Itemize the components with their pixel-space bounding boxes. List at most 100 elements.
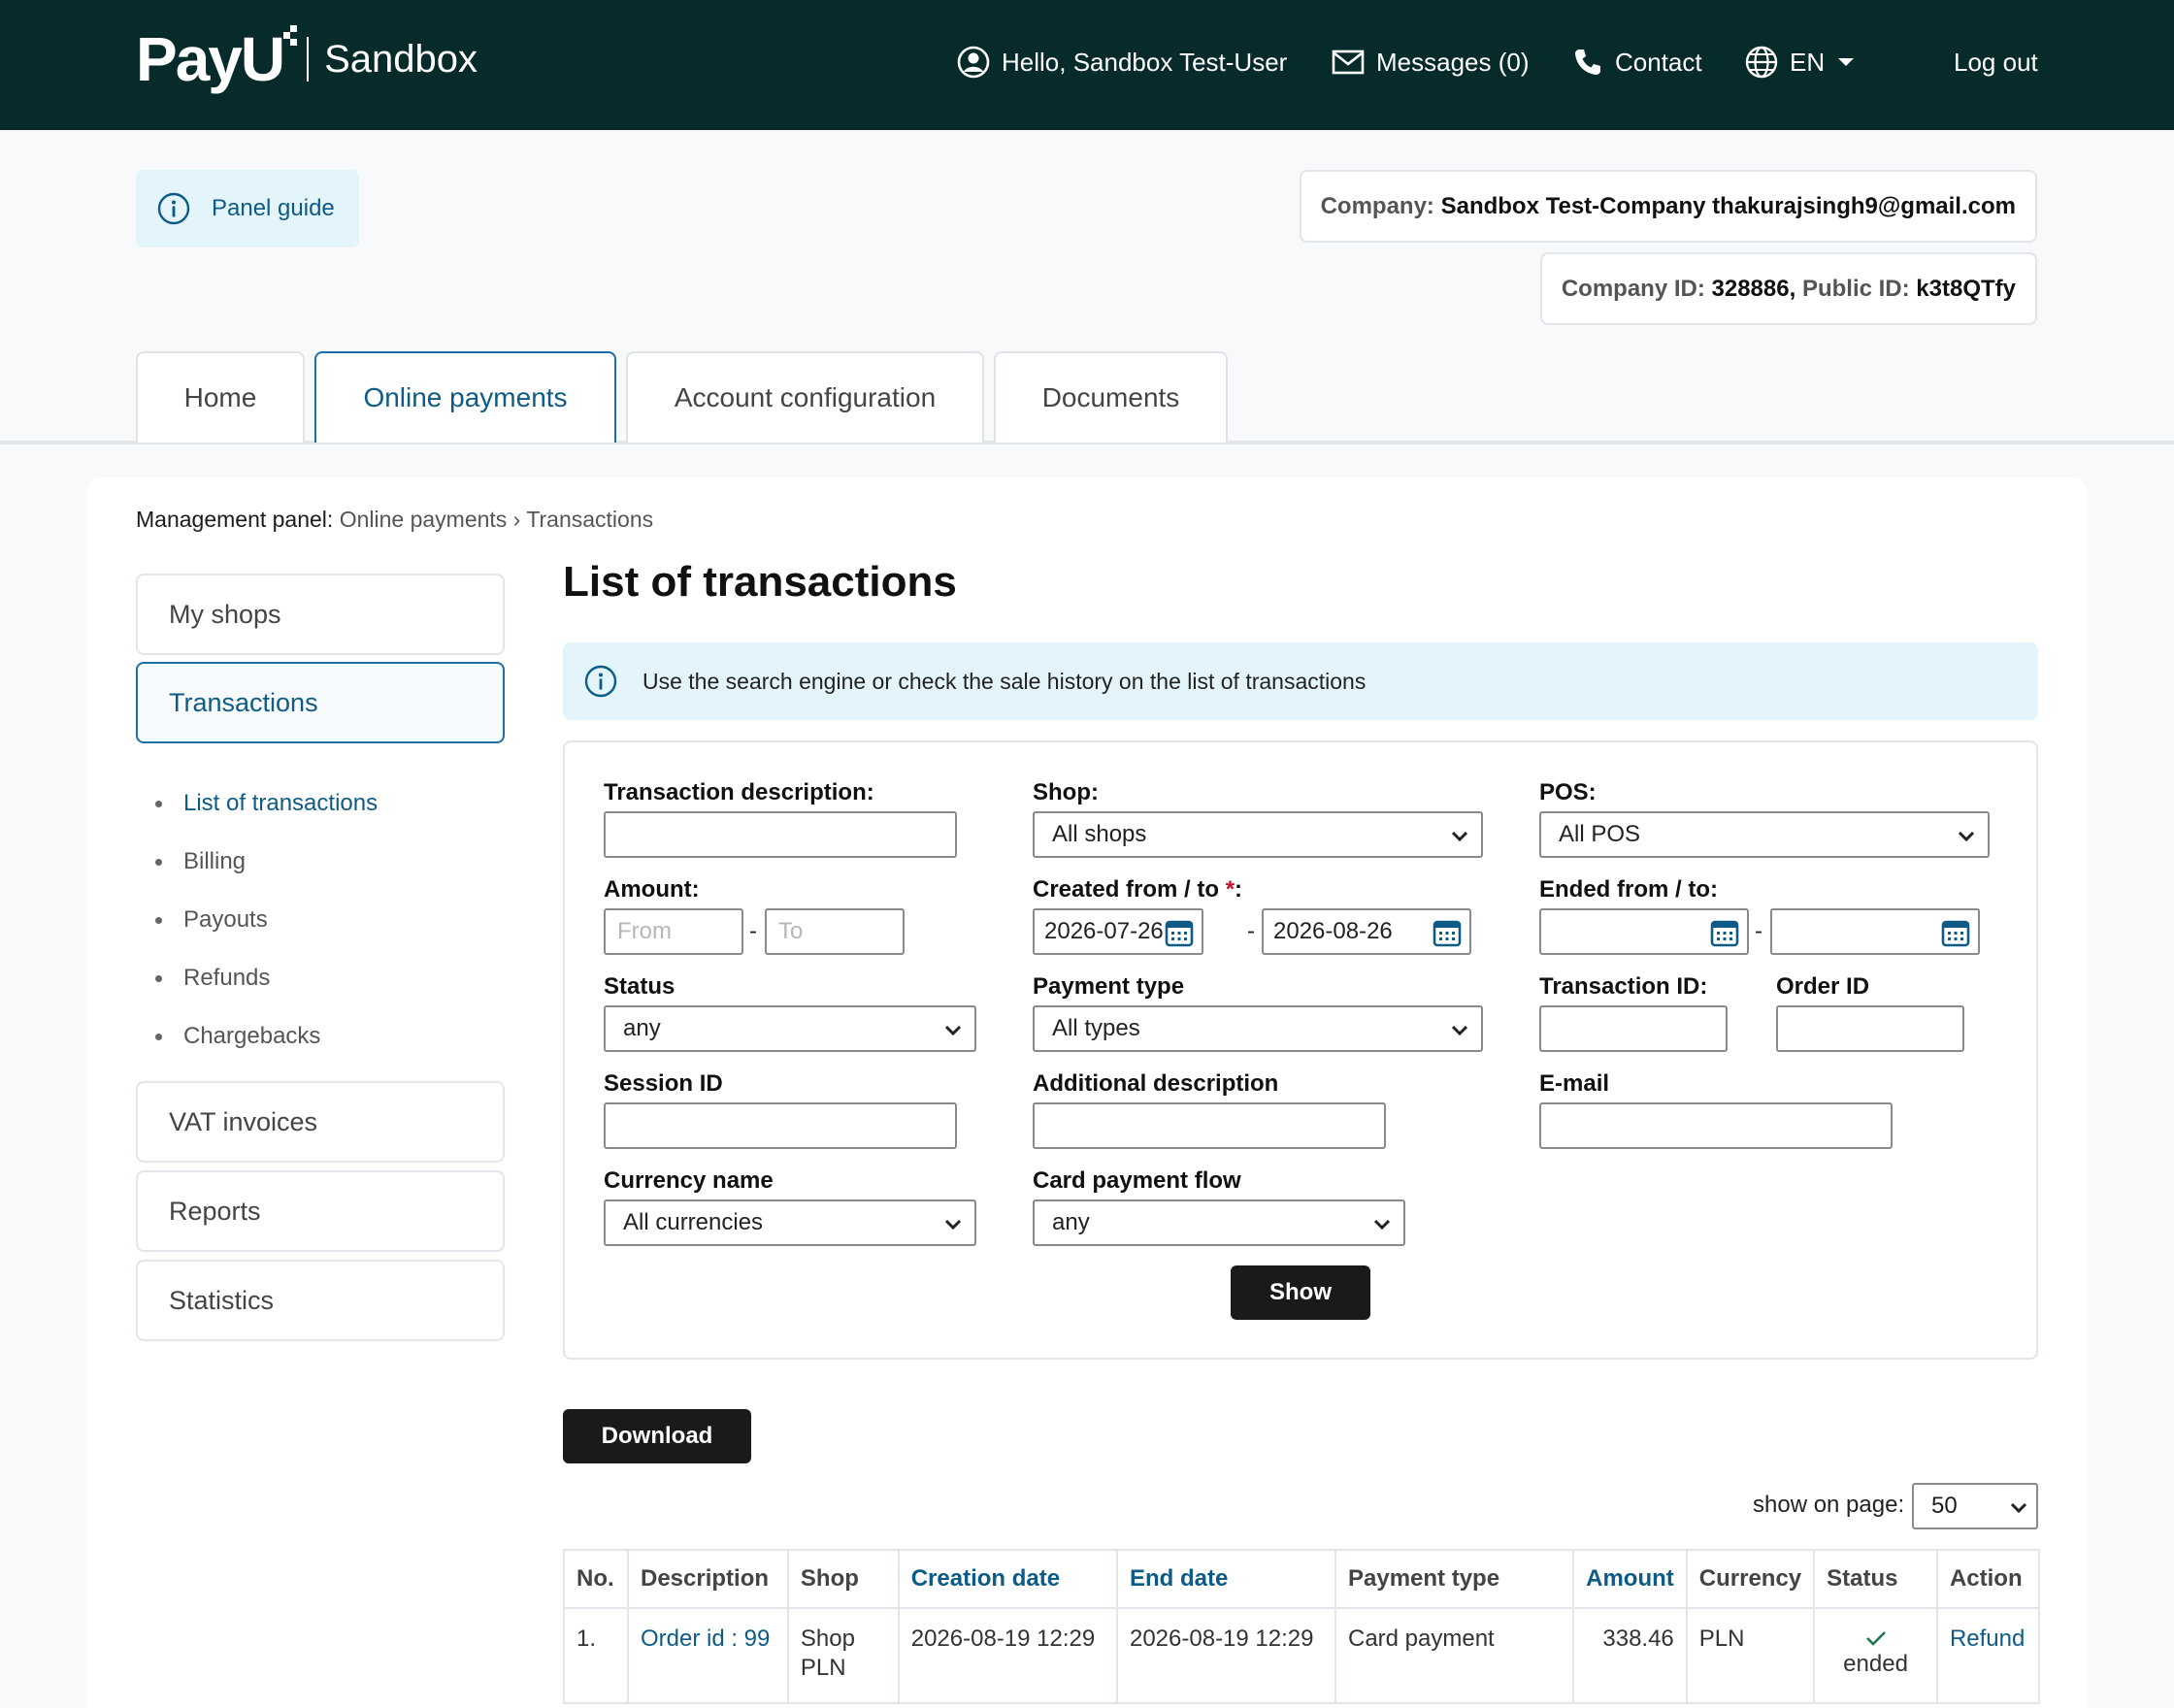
col-header-description: Description [626, 1549, 789, 1609]
globe-icon [1745, 46, 1778, 79]
cell-creation-date: 2026-08-19 12:29 [897, 1607, 1118, 1704]
tab-documents[interactable]: Documents [994, 351, 1228, 443]
calendar-icon[interactable] [1433, 918, 1462, 947]
ended-to-input[interactable] [1770, 908, 1980, 955]
pos-select[interactable]: All POS [1539, 811, 1990, 858]
created-label-colon: : [1235, 876, 1243, 903]
col-header-action: Action [1935, 1549, 2041, 1609]
refund-link[interactable]: Refund [1950, 1626, 2025, 1652]
subnav-item-list-of-transactions[interactable]: List of transactions [155, 774, 378, 833]
transaction-description-label: Transaction description: [604, 779, 874, 805]
order-id-input[interactable] [1776, 1005, 1964, 1052]
download-button[interactable]: Download [563, 1409, 751, 1463]
company-id-value: 328886, [1711, 275, 1796, 302]
amount-to-input[interactable]: To [765, 908, 905, 955]
calendar-icon[interactable] [1165, 918, 1194, 947]
panel-guide-button[interactable]: Panel guide [136, 170, 359, 247]
card-payment-flow-select[interactable]: any [1033, 1199, 1405, 1246]
col-header-amount[interactable]: Amount [1572, 1549, 1688, 1609]
created-to-input[interactable]: 2026-08-26 [1262, 908, 1471, 955]
payu-logo[interactable]: PayU Sandbox [136, 16, 478, 103]
cell-end-date: 2026-08-19 12:29 [1115, 1607, 1336, 1704]
show-button[interactable]: Show [1231, 1265, 1370, 1320]
sidebar-item-reports[interactable]: Reports [136, 1170, 505, 1252]
language-selector[interactable]: EN [1745, 35, 1855, 89]
currency-name-select[interactable]: All currencies [604, 1199, 976, 1246]
info-icon [584, 665, 617, 698]
chevron-down-icon [1451, 1025, 1468, 1036]
mail-icon [1332, 49, 1365, 75]
col-header-status: Status [1813, 1549, 1938, 1609]
tab-home[interactable]: Home [136, 351, 305, 443]
transaction-id-input[interactable] [1539, 1005, 1728, 1052]
col-header-end-date[interactable]: End date [1115, 1549, 1336, 1609]
panel-guide-label: Panel guide [212, 195, 335, 221]
cell-status: ended [1813, 1607, 1938, 1704]
currency-name-label: Currency name [604, 1167, 774, 1194]
subnav-item-payouts[interactable]: Payouts [155, 891, 378, 949]
sidebar-item-statistics[interactable]: Statistics [136, 1260, 505, 1341]
breadcrumb: Management panel: Online payments › Tran… [136, 507, 653, 533]
subnav-item-refunds[interactable]: Refunds [155, 949, 378, 1007]
order-link[interactable]: Order id : 99 [641, 1626, 770, 1652]
order-id-label: Order ID [1776, 973, 1870, 1000]
transaction-description-input[interactable] [604, 811, 957, 858]
user-greeting[interactable]: Hello, Sandbox Test-User [957, 35, 1287, 89]
session-id-input[interactable] [604, 1102, 957, 1149]
sidebar-item-transactions[interactable]: Transactions [136, 662, 505, 743]
cell-currency: PLN [1685, 1607, 1816, 1704]
company-label: Company: [1320, 192, 1434, 219]
currency-name-select-value: All currencies [623, 1209, 764, 1235]
payment-type-label: Payment type [1033, 973, 1185, 1000]
amount-from-input[interactable]: From [604, 908, 743, 955]
created-label: Created from / to *: [1033, 876, 1242, 903]
created-from-input[interactable]: 2026-07-26 [1033, 908, 1203, 955]
ended-from-input[interactable] [1539, 908, 1749, 955]
payment-type-select-value: All types [1052, 1015, 1140, 1041]
calendar-icon[interactable] [1710, 918, 1739, 947]
card-payment-flow-select-value: any [1052, 1209, 1090, 1235]
company-id-label: Company ID: [1561, 275, 1705, 302]
chevron-down-icon [1451, 831, 1468, 842]
language-text: EN [1790, 47, 1826, 77]
col-header-creation-date[interactable]: Creation date [897, 1549, 1118, 1609]
messages-text: Messages (0) [1376, 47, 1530, 77]
breadcrumb-label: Management panel: [136, 507, 334, 532]
top-header: PayU Sandbox Hello, Sandbox Test-User Me… [0, 0, 2174, 130]
subnav-item-billing[interactable]: Billing [155, 833, 378, 891]
main-tabs: Home Online payments Account configurati… [136, 351, 1237, 443]
chevron-down-icon [1838, 58, 1855, 66]
calendar-icon[interactable] [1941, 918, 1970, 947]
status-select-value: any [623, 1015, 661, 1041]
col-header-payment-type: Payment type [1334, 1549, 1575, 1609]
show-on-page-select[interactable]: 50 [1912, 1483, 2038, 1529]
tab-online-payments[interactable]: Online payments [314, 351, 616, 443]
contact-link[interactable]: Contact [1572, 35, 1702, 89]
shop-label: Shop: [1033, 779, 1099, 805]
status-label: Status [604, 973, 675, 1000]
shop-select[interactable]: All shops [1033, 811, 1483, 858]
ended-label: Ended from / to: [1539, 876, 1718, 903]
logo-dots-icon [283, 25, 298, 47]
sidebar-item-my-shops[interactable]: My shops [136, 574, 505, 655]
page-title: List of transactions [563, 558, 957, 606]
status-select[interactable]: any [604, 1005, 976, 1052]
required-mark: * [1225, 876, 1235, 903]
email-input[interactable] [1539, 1102, 1893, 1149]
transaction-id-label: Transaction ID: [1539, 973, 1708, 1000]
shop-select-value: All shops [1052, 821, 1147, 847]
tab-account-configuration[interactable]: Account configuration [626, 351, 984, 443]
phone-icon [1575, 49, 1600, 75]
session-id-label: Session ID [604, 1070, 723, 1097]
additional-description-input[interactable] [1033, 1102, 1386, 1149]
subnav-item-chargebacks[interactable]: Chargebacks [155, 1007, 378, 1066]
chevron-down-icon [1373, 1219, 1391, 1231]
messages-link[interactable]: Messages (0) [1332, 35, 1530, 89]
logout-button[interactable]: Log out [1954, 35, 2038, 89]
breadcrumb-path[interactable]: Online payments › Transactions [340, 507, 653, 532]
sidebar-item-vat-invoices[interactable]: VAT invoices [136, 1081, 505, 1163]
col-header-no: No. [563, 1549, 629, 1609]
company-info: Company: Sandbox Test-Company thakurajsi… [1299, 170, 2037, 243]
created-range-separator: - [1247, 918, 1255, 944]
payment-type-select[interactable]: All types [1033, 1005, 1483, 1052]
